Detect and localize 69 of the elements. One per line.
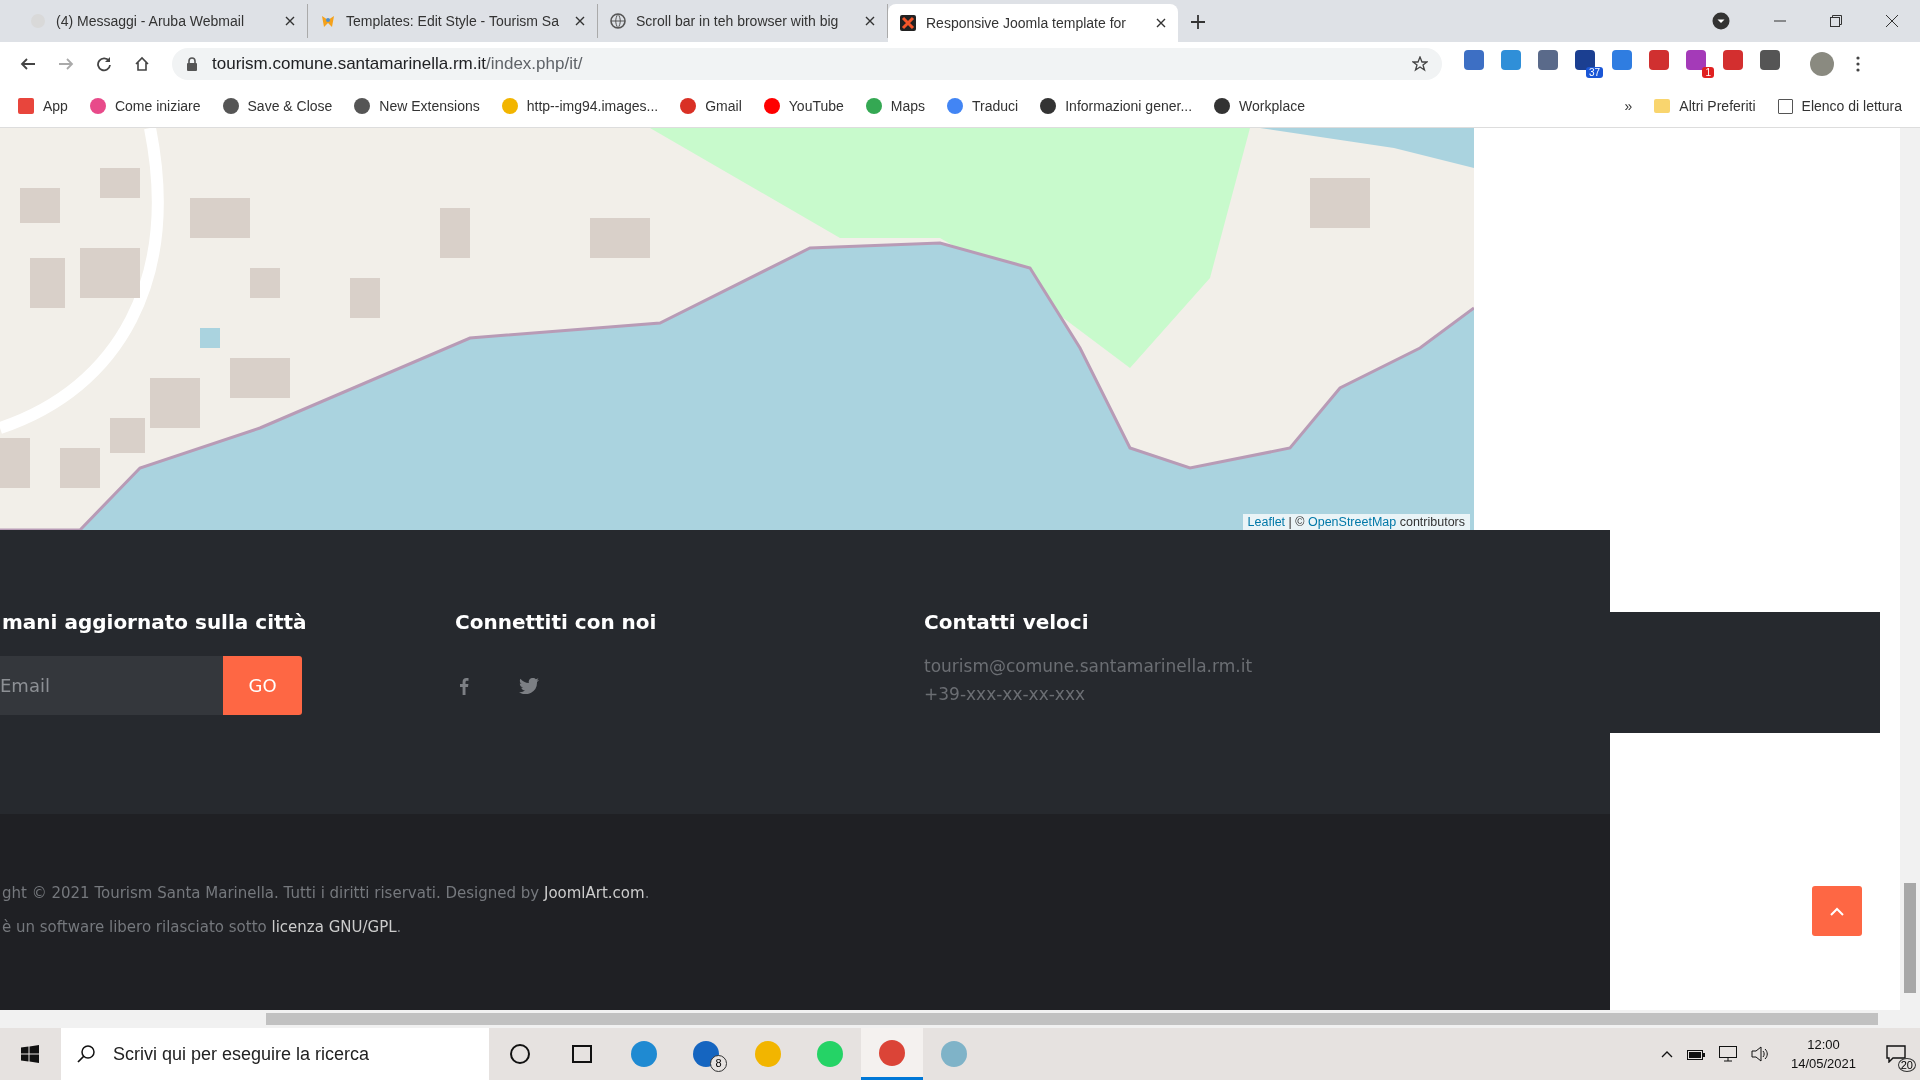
tab-favicon-icon	[900, 15, 916, 31]
footer-link[interactable]: JoomlArt.com	[543, 884, 645, 902]
new-tab-icon[interactable]	[1190, 14, 1206, 30]
attribution-link[interactable]: Leaflet	[1247, 515, 1286, 529]
facebook-icon[interactable]	[459, 676, 469, 695]
browser-tab[interactable]: Templates: Edit Style - Tourism Sa	[308, 4, 598, 38]
close-icon[interactable]	[1886, 15, 1898, 27]
bookmark[interactable]: Come iniziare	[89, 98, 201, 114]
bookmark[interactable]: Maps	[865, 98, 926, 114]
close-icon[interactable]	[865, 16, 875, 26]
profile-avatar[interactable]	[1810, 51, 1834, 76]
bookmark[interactable]: Traduci	[947, 98, 1019, 114]
chevron-up-icon	[1830, 906, 1844, 916]
tab-favicon-icon	[610, 13, 626, 29]
copyright-text: ght © 2021 Tourism Santa Marinella. Tutti i diritti riservati. Designed by JoomlArt.com.	[2, 884, 651, 902]
bookmark[interactable]: YouTube	[763, 98, 844, 114]
browser-tab[interactable]: (4) Messaggi - Aruba Webmail	[18, 4, 308, 38]
email-field[interactable]: Email	[0, 656, 223, 715]
more-bookmarks-button[interactable]: »	[1624, 98, 1633, 114]
badge-count: 8	[710, 1055, 727, 1072]
url-text: tourism.comune.santamarinella.rm.it/index.php/it/	[212, 53, 583, 74]
license-text: è un software libero rilasciato sotto licenza GNU/GPL.	[2, 918, 403, 936]
vertical-scrollbar[interactable]	[1900, 128, 1920, 1010]
horizontal-scrollbar[interactable]	[0, 1010, 1920, 1028]
phone-number: +39-xxx-xx-xx-xxx	[924, 684, 1087, 704]
badge-count: 20	[1897, 1058, 1916, 1072]
bookmark[interactable]: New Extensions	[354, 98, 480, 114]
taskbar-clock[interactable]: 12:00 14/05/2021	[1790, 1035, 1856, 1073]
notification-center-button[interactable]: 20	[1876, 1034, 1916, 1074]
twitter-icon[interactable]	[519, 677, 539, 694]
browser-tab[interactable]: Responsive Joomla template for	[888, 4, 1178, 42]
bookmark[interactable]: http--img94.images...	[501, 98, 659, 114]
home-icon[interactable]	[134, 55, 150, 72]
bookmark-folder[interactable]: Altri Preferiti	[1654, 98, 1756, 114]
tab-favicon-icon	[320, 13, 336, 29]
menu-icon[interactable]	[1856, 55, 1860, 72]
speaker-icon[interactable]	[1750, 1046, 1769, 1062]
forward-icon	[58, 55, 74, 72]
badge-count: 1	[1702, 66, 1714, 78]
search-icon	[77, 1045, 95, 1063]
message-icon	[1886, 1045, 1906, 1063]
network-icon[interactable]	[1718, 1046, 1737, 1062]
footer-heading: Contatti veloci	[924, 610, 1090, 634]
map-attribution: Leaflet | © OpenStreetMap contributors	[1242, 514, 1470, 530]
reload-icon[interactable]	[96, 55, 112, 72]
taskbar-search-field[interactable]: Scrivi qui per eseguire la ricerca	[61, 1028, 489, 1080]
footer-link[interactable]: licenza GNU/GPL	[271, 918, 397, 936]
close-icon[interactable]	[1156, 18, 1166, 28]
back-icon[interactable]	[20, 55, 36, 72]
windows-start-icon[interactable]	[21, 1045, 39, 1063]
address-bar[interactable]: tourism.comune.santamarinella.rm.it/index.php/it/	[172, 47, 1442, 80]
attribution-link[interactable]: OpenStreetMap	[1307, 515, 1397, 529]
tab-search-icon[interactable]	[1712, 12, 1730, 30]
close-icon[interactable]	[575, 16, 585, 26]
restore-icon[interactable]	[1830, 15, 1842, 27]
bookmark[interactable]: Save & Close	[222, 98, 333, 114]
bookmark[interactable]: Workplace	[1214, 98, 1305, 114]
badge-count: 37	[1585, 66, 1603, 78]
star-icon[interactable]	[1412, 55, 1428, 72]
bookmark[interactable]: App	[18, 98, 68, 114]
reading-list-button[interactable]: Elenco di lettura	[1777, 98, 1902, 114]
footer-heading: mani aggiornato sulla città	[2, 610, 308, 634]
bookmark[interactable]: Informazioni gener...	[1040, 98, 1193, 114]
battery-icon[interactable]	[1686, 1048, 1705, 1060]
close-icon[interactable]	[285, 16, 295, 26]
lock-icon	[186, 56, 198, 71]
footer-heading: Connettiti con noi	[455, 610, 658, 634]
bookmark[interactable]: Gmail	[680, 98, 742, 114]
chevron-up-icon[interactable]	[1660, 1050, 1673, 1058]
